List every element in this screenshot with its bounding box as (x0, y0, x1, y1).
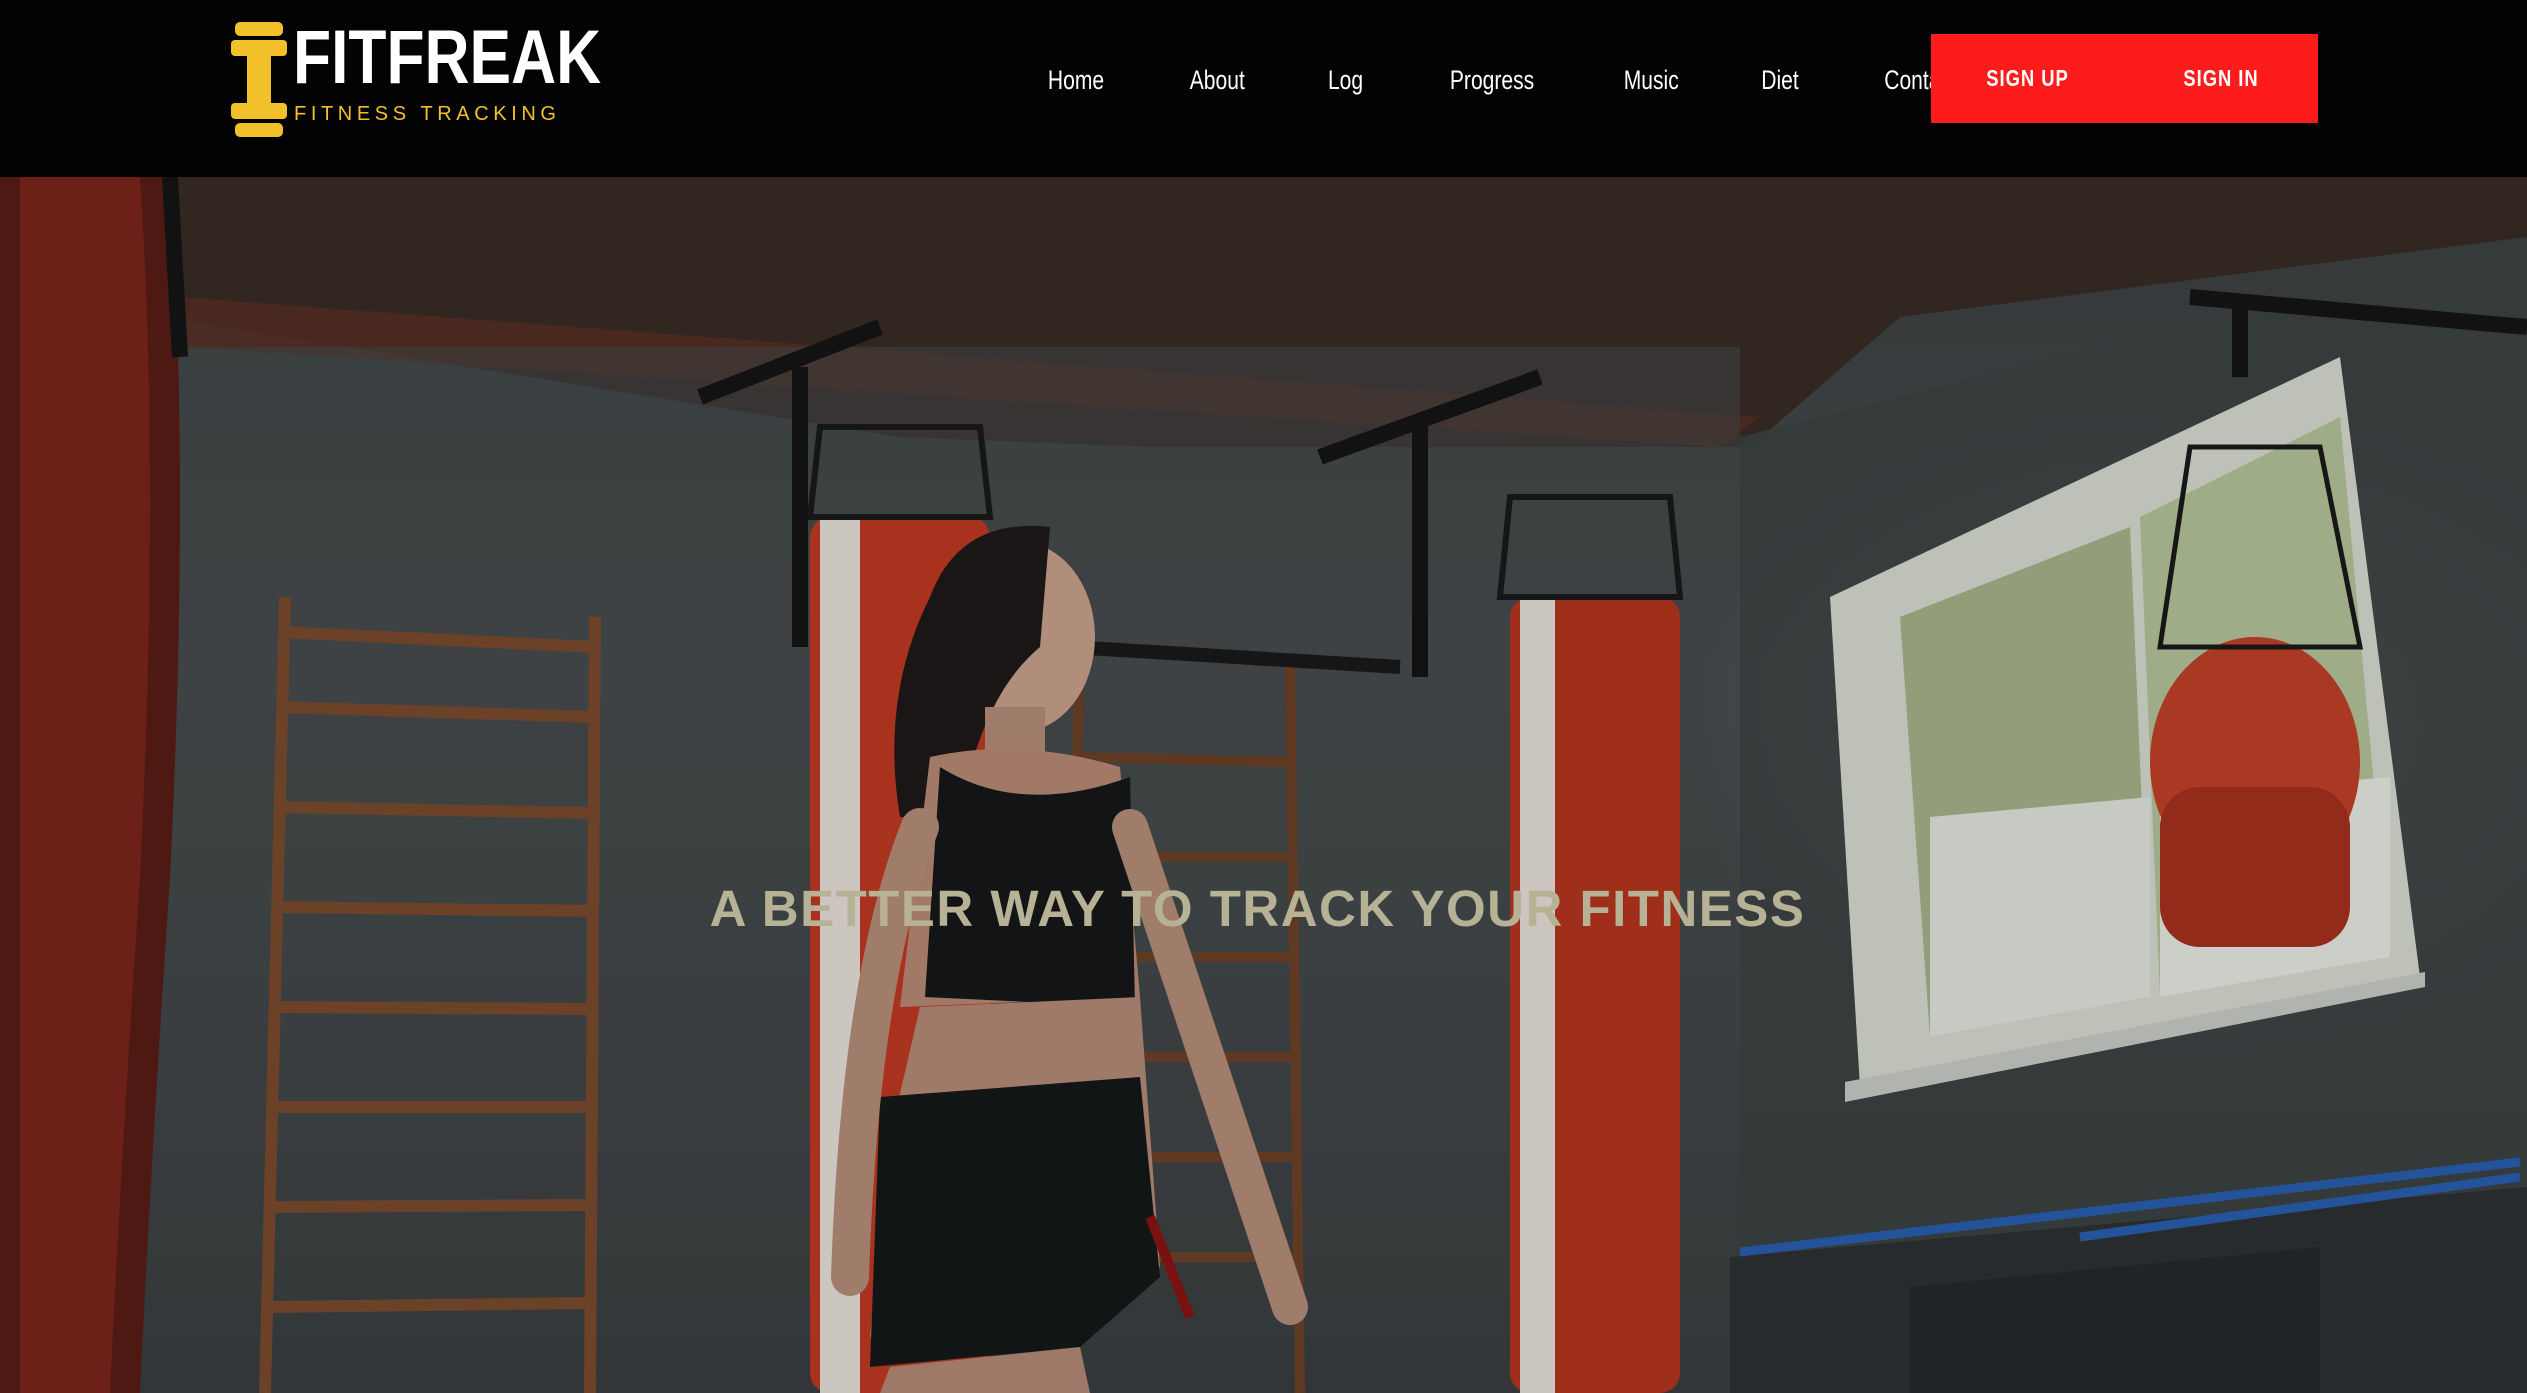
nav-link-log[interactable]: Log (1328, 65, 1363, 96)
hero-dim-overlay (0, 177, 2527, 1393)
hero-headline: A BETTER WAY TO TRACK YOUR FITNESS (709, 880, 1806, 938)
nav-link-home[interactable]: Home (1048, 65, 1104, 96)
dumbbell-icon (231, 22, 287, 137)
nav-link-progress[interactable]: Progress (1450, 65, 1534, 96)
brand-subtitle: FITNESS TRACKING (294, 103, 561, 125)
sign-up-button[interactable]: SIGN UP (1931, 34, 2125, 123)
brand-title: FITFREAK (293, 15, 602, 100)
top-navbar: FITFREAK FITNESS TRACKING Home About Log… (0, 0, 2527, 177)
auth-buttons: SIGN UP SIGN IN (1931, 34, 2318, 123)
nav-link-diet[interactable]: Diet (1762, 65, 1799, 96)
hero-section: A BETTER WAY TO TRACK YOUR FITNESS (0, 177, 2527, 1393)
main-navigation: Home About Log Progress Music Diet Conta… (1040, 60, 1967, 100)
sign-up-label: SIGN UP (1986, 65, 2069, 91)
sign-in-label: SIGN IN (2183, 65, 2259, 91)
nav-link-about[interactable]: About (1190, 65, 1245, 96)
nav-link-music[interactable]: Music (1623, 65, 1678, 96)
brand-logo[interactable]: FITFREAK FITNESS TRACKING (231, 20, 601, 137)
sign-in-button[interactable]: SIGN IN (2125, 34, 2319, 123)
